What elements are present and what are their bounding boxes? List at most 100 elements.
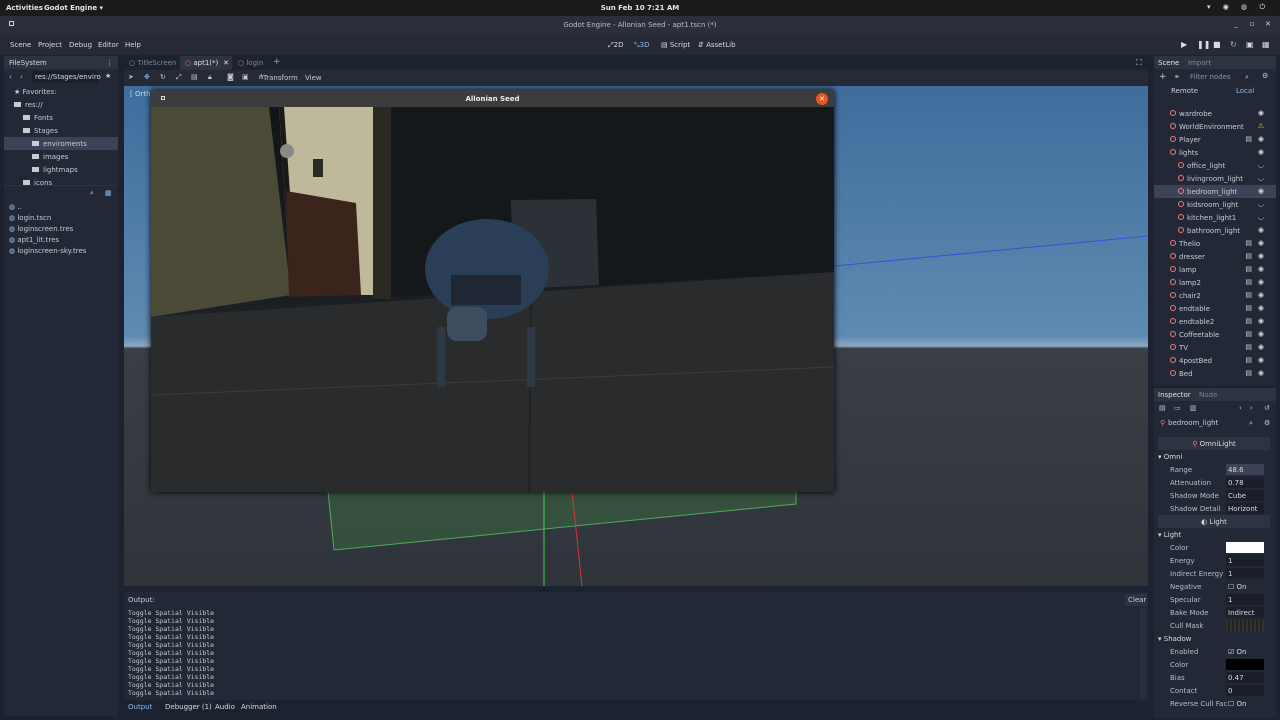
tab-login[interactable]: ○ login [234,56,270,70]
visibility-eye-icon[interactable]: ◡ [1258,174,1264,182]
script-icon[interactable]: ▤ [1245,343,1252,351]
forward-arrow-icon[interactable]: › [20,73,23,81]
tab-inspector[interactable]: Inspector [1158,391,1191,399]
visibility-eye-icon[interactable]: ◉ [1258,265,1264,273]
history-forward-icon[interactable]: › [1250,404,1253,412]
scene-node[interactable]: Coffeetable ▤ ◉ [1154,328,1276,341]
fs-tree-item[interactable]: images [4,150,118,163]
tab-debugger[interactable]: Debugger (1) [165,703,212,711]
settings-icon[interactable]: ▦ [1262,40,1270,49]
transform-menu[interactable]: Transform [263,74,298,82]
visibility-eye-icon[interactable]: ◉ [1258,148,1264,156]
visibility-eye-icon[interactable]: ◉ [1258,343,1264,351]
script-icon[interactable]: ▤ [1245,317,1252,325]
fs-tree-item[interactable]: ★ Favorites: [4,85,118,98]
shadow-enabled-checkbox[interactable]: ☑ On [1226,646,1264,657]
view-menu[interactable]: View [305,74,322,82]
scene-options-icon[interactable]: ⚙ [1262,72,1268,80]
scene-node[interactable]: bathroom_light ◉ [1154,224,1276,237]
lock-icon[interactable]: 🔒︎ [208,73,212,82]
history-icon[interactable]: ↺ [1264,404,1270,412]
move-tool-icon[interactable]: ✥ [144,73,150,81]
group-light[interactable]: ▾ Light [1158,531,1181,539]
visibility-eye-icon[interactable]: ◉ [1258,252,1264,260]
list-select-icon[interactable]: ▤ [191,73,198,81]
group-shadow[interactable]: ▾ Shadow [1158,635,1191,643]
play-custom-icon[interactable]: ▣ [1246,40,1254,49]
game-close-icon[interactable]: ✕ [816,93,828,105]
tab-audio[interactable]: Audio [215,703,235,711]
mode-2d-button[interactable]: ⤢2D [608,41,623,50]
contact-field[interactable]: 0 [1226,685,1264,696]
scene-node[interactable]: WorldEnvironment ⚠ [1154,120,1276,133]
fs-tree-item[interactable]: lightmaps [4,163,118,176]
menu-editor[interactable]: Editor [98,41,119,49]
visibility-eye-icon[interactable]: ◉ [1258,304,1264,312]
maximize-icon[interactable]: ▫ [1250,20,1255,28]
file-item[interactable]: ◍ loginscreen.tres [4,222,118,233]
script-icon[interactable]: ▤ [1245,252,1252,260]
scene-node[interactable]: bedroom_light ◉ [1154,185,1276,198]
visibility-eye-icon[interactable]: ◡ [1258,213,1264,221]
minimize-icon[interactable]: _ [1234,20,1238,28]
scene-node[interactable]: livingroom_light ◡ [1154,172,1276,185]
script-icon[interactable]: ▤ [1245,356,1252,364]
script-icon[interactable]: ▤ [1245,330,1252,338]
back-arrow-icon[interactable]: ‹ [9,73,12,81]
shadow-color-swatch[interactable] [1226,659,1264,670]
visibility-eye-icon[interactable]: ◉ [1258,135,1264,143]
shadow-mode-select[interactable]: Cube [1226,490,1264,501]
scene-node[interactable]: Bed ▤ ◉ [1154,367,1276,380]
visibility-eye-icon[interactable]: ◉ [1258,239,1264,247]
visibility-eye-icon[interactable]: ◉ [1258,317,1264,325]
script-icon[interactable]: ▤ [1245,239,1252,247]
rotate-tool-icon[interactable]: ↻ [160,73,166,81]
add-node-icon[interactable]: + [1159,72,1167,82]
scene-node[interactable]: dresser ▤ ◉ [1154,250,1276,263]
scene-node[interactable]: chair2 ▤ ◉ [1154,289,1276,302]
mode-script-button[interactable]: ▤ Script [661,41,690,49]
cull-mask-grid[interactable] [1226,620,1264,631]
scene-node[interactable]: kitchen_light1 ◡ [1154,211,1276,224]
range-field[interactable]: 48.6 [1226,464,1264,475]
script-icon[interactable]: ▤ [1245,304,1252,312]
warning-icon[interactable]: ⚠ [1258,122,1264,130]
bake-mode-select[interactable]: Indirect [1226,607,1264,618]
pause-icon[interactable]: ❚❚ [1197,40,1210,49]
select-tool-icon[interactable]: ➤ [128,73,134,81]
reverse-cull-checkbox[interactable]: ☐ On [1226,698,1264,709]
system-tray-icons[interactable]: ▾ ◉ ◍ ⏻ [1207,3,1270,12]
shadow-detail-select[interactable]: Horizont [1226,503,1264,514]
file-item[interactable]: ◍ apt1_lit.tres [4,233,118,244]
visibility-eye-icon[interactable]: ◉ [1258,278,1264,286]
visibility-eye-icon[interactable]: ◉ [1258,226,1264,234]
dock-menu-icon[interactable]: ⋮ [106,59,113,67]
fs-tree-item[interactable]: enviroments [4,137,118,150]
scale-tool-icon[interactable]: ⤢ [176,73,182,82]
fs-tree-item[interactable]: Fonts [4,111,118,124]
indirect-energy-field[interactable]: 1 [1226,568,1264,579]
scene-node[interactable]: TV ▤ ◉ [1154,341,1276,354]
properties-icon[interactable]: ⚙ [1264,419,1270,427]
add-tab-icon[interactable]: + [273,57,281,67]
scene-node[interactable]: lamp2 ▤ ◉ [1154,276,1276,289]
tab-import[interactable]: Import [1188,59,1211,67]
group-icon[interactable]: ◙ [227,73,234,81]
distraction-free-icon[interactable]: ⛶ [1136,58,1142,68]
mode-assetlib-button[interactable]: ⇵ AssetLib [698,41,736,49]
script-icon[interactable]: ▤ [1245,265,1252,273]
search-icon[interactable]: ⌕ [90,189,94,198]
inspected-object-name[interactable]: bedroom_light [1168,419,1218,427]
mode-3d-button[interactable]: ⤡3D [634,41,649,50]
stop-icon[interactable]: ■ [1213,40,1221,49]
clear-button[interactable]: Clear [1125,594,1147,606]
visibility-eye-icon[interactable]: ◡ [1258,161,1264,169]
tab-node[interactable]: Node [1199,391,1217,399]
clock[interactable]: Sun Feb 10 7:21 AM [0,4,1280,12]
energy-field[interactable]: 1 [1226,555,1264,566]
close-icon[interactable]: ✕ [1265,20,1271,28]
scene-node[interactable]: lights ◉ [1154,146,1276,159]
tab-titlescreen[interactable]: ○ TitleScreen [124,56,179,70]
script-icon[interactable]: ▤ [1245,369,1252,377]
local-button[interactable]: Local [1236,87,1254,95]
